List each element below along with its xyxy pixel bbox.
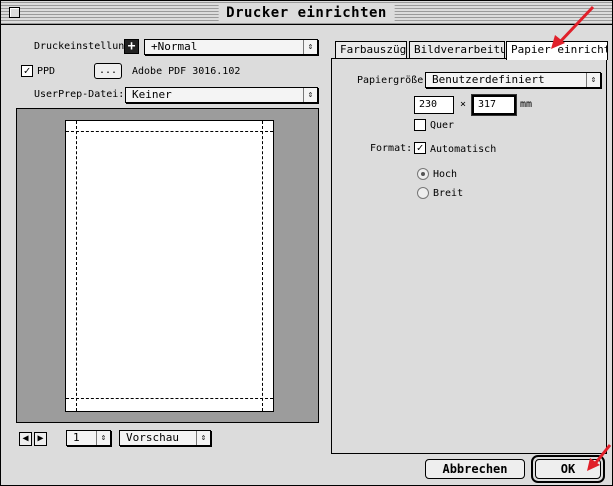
paper-size-popup[interactable]: Benutzerdefiniert ⇕ — [425, 72, 601, 88]
druckeinstellung-value: +Normal — [151, 40, 198, 53]
popup-arrows-icon: ⇕ — [303, 88, 317, 102]
margin-line-right — [262, 121, 263, 411]
close-box[interactable] — [9, 7, 20, 18]
page-number-popup[interactable]: 1 ⇕ — [66, 430, 111, 446]
margin-line-bottom — [66, 398, 273, 399]
userprep-popup[interactable]: Keiner ⇕ — [125, 87, 318, 103]
hoch-label: Hoch — [433, 169, 458, 180]
ppd-browse-button[interactable]: ... — [94, 63, 122, 79]
arrow-to-ok-icon — [587, 444, 612, 471]
hoch-radio[interactable] — [417, 168, 429, 180]
cancel-button[interactable]: Abbrechen — [425, 459, 525, 479]
margin-line-left — [76, 121, 77, 411]
arrow-to-tab-icon — [551, 5, 595, 49]
next-page-icon[interactable]: ▶ — [34, 432, 47, 446]
tab-bildverarbeitung[interactable]: Bildverarbeitung — [409, 41, 505, 59]
auto-label: Automatisch — [430, 144, 497, 155]
print-setup-window: Drucker einrichten Druckeinstellung: + +… — [0, 0, 613, 486]
ppd-checkbox[interactable]: ✓ — [21, 65, 33, 77]
quer-checkbox[interactable] — [414, 119, 426, 131]
unit-label: mm — [520, 99, 533, 110]
view-mode-popup[interactable]: Vorschau ⇕ — [119, 430, 211, 446]
view-mode-value: Vorschau — [126, 431, 179, 444]
window-title: Drucker einrichten — [218, 3, 395, 23]
tab-farbauszuege[interactable]: Farbauszüge — [335, 41, 407, 59]
ppd-label: PPD — [37, 66, 56, 77]
add-setting-button[interactable]: + — [124, 39, 139, 54]
ppd-value: Adobe PDF 3016.102 — [132, 66, 241, 77]
margin-line-top — [66, 131, 273, 132]
paper-width-field[interactable]: 230 — [414, 96, 454, 114]
page-number-value: 1 — [73, 431, 80, 444]
userprep-value: Keiner — [132, 88, 172, 101]
paper-size-value: Benutzerdefiniert — [432, 73, 545, 86]
paper-size-label: Papiergröße: — [357, 75, 430, 86]
preview-paper — [65, 120, 274, 412]
druckeinstellung-label: Druckeinstellung: — [34, 41, 137, 52]
breit-label: Breit — [433, 188, 464, 199]
popup-arrows-icon: ⇕ — [303, 40, 317, 54]
breit-radio[interactable] — [417, 187, 429, 199]
title-bar[interactable]: Drucker einrichten — [1, 1, 612, 25]
times-label: × — [460, 99, 467, 110]
format-label: Format: — [370, 143, 413, 154]
paper-height-field[interactable]: 317 — [472, 95, 516, 115]
druckeinstellung-popup[interactable]: +Normal ⇕ — [144, 39, 318, 55]
page-preview — [16, 108, 319, 423]
prev-page-icon[interactable]: ◀ — [19, 432, 32, 446]
papier-einrichten-panel: Papiergröße: Benutzerdefiniert ⇕ 230 × 3… — [331, 58, 607, 454]
popup-arrows-icon: ⇕ — [196, 431, 210, 445]
popup-arrows-icon: ⇕ — [96, 431, 110, 445]
popup-arrows-icon: ⇕ — [586, 73, 600, 87]
userprep-label: UserPrep-Datei: — [34, 89, 125, 100]
auto-checkbox[interactable]: ✓ — [414, 142, 426, 154]
quer-label: Quer — [430, 120, 455, 131]
